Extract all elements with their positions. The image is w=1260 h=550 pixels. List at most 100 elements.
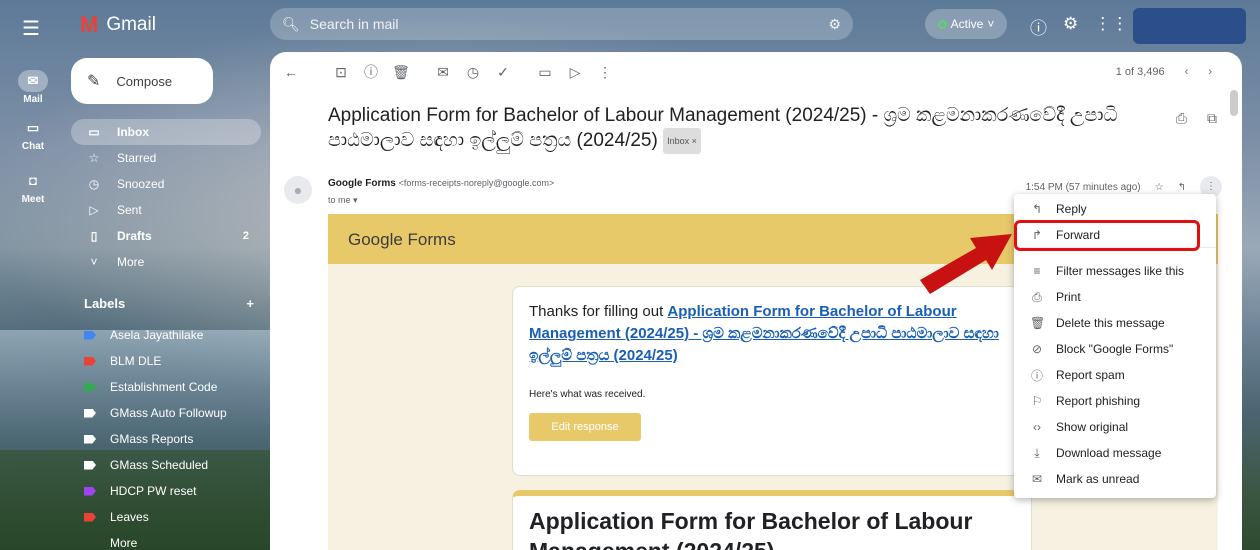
recipient-details[interactable]: to me ▾	[328, 195, 358, 206]
rail-chat-label: Chat	[21, 141, 45, 152]
mark-unread-icon[interactable]: ✉	[428, 64, 458, 81]
labels-header: Labels +	[84, 296, 254, 311]
label-item[interactable]: Leaves	[84, 504, 227, 530]
inbox-label-chip[interactable]: Inbox ×	[663, 128, 701, 154]
gmail-logo[interactable]: M Gmail	[80, 12, 156, 38]
delete-icon[interactable]: 🗑︎	[386, 64, 416, 81]
rail-chat[interactable]: ▭ Chat	[0, 117, 66, 152]
label-item[interactable]: GMass Auto Followup	[84, 400, 227, 426]
print-icon[interactable]: ⎙	[1176, 110, 1187, 127]
add-label-button[interactable]: +	[246, 296, 254, 311]
menu-item-reply[interactable]: ↰ Reply	[1014, 196, 1216, 222]
menu-item-label: Block "Google Forms"	[1056, 342, 1174, 356]
archive-icon[interactable]: ⊡	[326, 64, 356, 81]
next-page-icon[interactable]: ›	[1208, 66, 1212, 78]
email-subject: Application Form for Bachelor of Labour …	[328, 104, 1148, 154]
menu-item-filter-messages-like-this[interactable]: ≡ Filter messages like this	[1014, 258, 1216, 284]
nav-more[interactable]: ˅ More	[71, 249, 261, 275]
gmail-m-icon: M	[80, 12, 99, 37]
add-task-icon[interactable]: ✓	[488, 64, 518, 81]
nav-label: Starred	[117, 151, 157, 165]
label-item[interactable]: HDCP PW reset	[84, 478, 227, 504]
menu-item-block-google-forms[interactable]: ⊘ Block "Google Forms"	[1014, 336, 1216, 362]
label-item[interactable]: BLM DLE	[84, 348, 227, 374]
rail-mail-label: Mail	[23, 94, 43, 105]
menu-item-delete-this-message[interactable]: 🗑︎ Delete this message	[1014, 310, 1216, 336]
nav-inbox[interactable]: ▭ Inbox	[71, 119, 261, 145]
account-area[interactable]	[1133, 8, 1246, 44]
label-tag-icon	[84, 460, 96, 470]
nav-sent[interactable]: ▷ Sent	[71, 197, 261, 223]
menu-item-label: Reply	[1056, 202, 1087, 216]
scrollbar[interactable]	[1230, 90, 1238, 116]
rail-meet-label: Meet	[21, 194, 45, 205]
snooze-icon[interactable]: ◷	[458, 64, 488, 81]
message-toolbar: ← ⊡ ⓘ 🗑︎ ✉ ◷ ✓ ▭ ▷ ⋮ 1 of 3,496 ‹ ›	[270, 52, 1242, 92]
nav-drafts[interactable]: ▯ Drafts 2	[71, 223, 261, 249]
report-spam-icon[interactable]: ⓘ	[356, 62, 386, 82]
menu-item-show-original[interactable]: ‹› Show original	[1014, 414, 1216, 440]
mailbox-nav: ▭ Inbox ☆ Starred ◷ Snoozed ▷ Sent ▯ Dra…	[71, 119, 261, 275]
rail-mail[interactable]: ✉ Mail	[0, 70, 66, 105]
label-item[interactable]: GMass Scheduled	[84, 452, 227, 478]
label-name: HDCP PW reset	[110, 484, 197, 498]
nav-starred[interactable]: ☆ Starred	[71, 145, 261, 171]
app-rail: ☰ ✉ Mail ▭ Chat ◘ Meet	[0, 0, 66, 550]
download-icon: ⤓	[1034, 445, 1040, 460]
apps-grid-icon[interactable]: ⋮⋮	[1094, 14, 1128, 39]
edit-response-button[interactable]: Edit response	[529, 413, 641, 441]
label-icon[interactable]: ▷	[560, 64, 590, 81]
settings-icon[interactable]: ⚙	[1063, 14, 1078, 39]
label-tag-icon	[84, 408, 96, 418]
menu-item-download-message[interactable]: ⤓ Download message	[1014, 440, 1216, 466]
reply-icon[interactable]: ↰	[1178, 182, 1186, 193]
help-icon[interactable]: ⓘ	[1030, 14, 1047, 39]
label-tag-icon	[84, 382, 96, 392]
label-item[interactable]: GMass Reports	[84, 426, 227, 452]
form-title-card: Application Form for Bachelor of Labour …	[512, 490, 1032, 550]
compose-button[interactable]: ✎ Compose	[71, 58, 213, 104]
chevron-down-icon: ˅	[987, 17, 995, 31]
search-bar[interactable]: 🔍︎ Search in mail ⚙︎	[270, 8, 853, 40]
sender-name[interactable]: Google Forms	[328, 178, 396, 189]
nav-label: Inbox	[117, 125, 149, 139]
label-tag-icon	[84, 356, 96, 366]
compose-label: Compose	[116, 73, 173, 89]
rail-meet[interactable]: ◘ Meet	[0, 170, 66, 205]
nav-snoozed[interactable]: ◷ Snoozed	[71, 171, 261, 197]
video-icon: ◘	[29, 173, 37, 188]
search-input[interactable]: Search in mail	[310, 16, 399, 32]
sender-line: Google Forms <forms-receipts-noreply@goo…	[328, 178, 554, 189]
label-item[interactable]: More	[84, 530, 227, 550]
subject-actions: ⎙ ⧉	[1176, 110, 1217, 127]
more-options-icon[interactable]: ⋮	[590, 64, 620, 81]
menu-item-label: Report spam	[1056, 368, 1125, 382]
label-item[interactable]: Establishment Code	[84, 374, 227, 400]
labels-heading: Labels	[84, 296, 126, 311]
status-toggle[interactable]: Active ˅	[925, 9, 1007, 39]
status-dot-icon	[937, 19, 947, 29]
main-menu-icon[interactable]: ☰	[22, 16, 40, 41]
code-icon: ‹›	[1033, 420, 1041, 434]
label-item[interactable]: Asela Jayathilake	[84, 322, 227, 348]
drafts-count: 2	[242, 230, 249, 242]
red-pointer-arrow-icon	[920, 234, 1012, 294]
label-name: Asela Jayathilake	[110, 328, 204, 342]
menu-item-mark-as-unread[interactable]: ✉ Mark as unread	[1014, 466, 1216, 492]
chevron-down-icon: ˅	[90, 255, 98, 269]
nav-label: Snoozed	[117, 177, 165, 191]
move-to-icon[interactable]: ▭	[530, 64, 560, 81]
menu-item-report-phishing[interactable]: ⚐ Report phishing	[1014, 388, 1216, 414]
open-in-new-icon[interactable]: ⧉	[1207, 110, 1217, 127]
menu-item-print[interactable]: ⎙ Print	[1014, 284, 1216, 310]
trash-icon: 🗑︎	[1030, 316, 1046, 330]
menu-item-report-spam[interactable]: ⓘ Report spam	[1014, 362, 1216, 388]
label-name: BLM DLE	[110, 354, 162, 368]
search-options-icon[interactable]: ⚙︎	[828, 16, 841, 33]
search-icon[interactable]: 🔍︎	[282, 16, 300, 33]
inbox-icon: ▭	[88, 125, 100, 139]
prev-page-icon[interactable]: ‹	[1185, 66, 1189, 78]
mark-unread-icon: ✉	[1031, 472, 1043, 486]
star-icon[interactable]: ☆	[1155, 182, 1164, 193]
back-arrow-icon[interactable]: ←	[276, 64, 306, 80]
